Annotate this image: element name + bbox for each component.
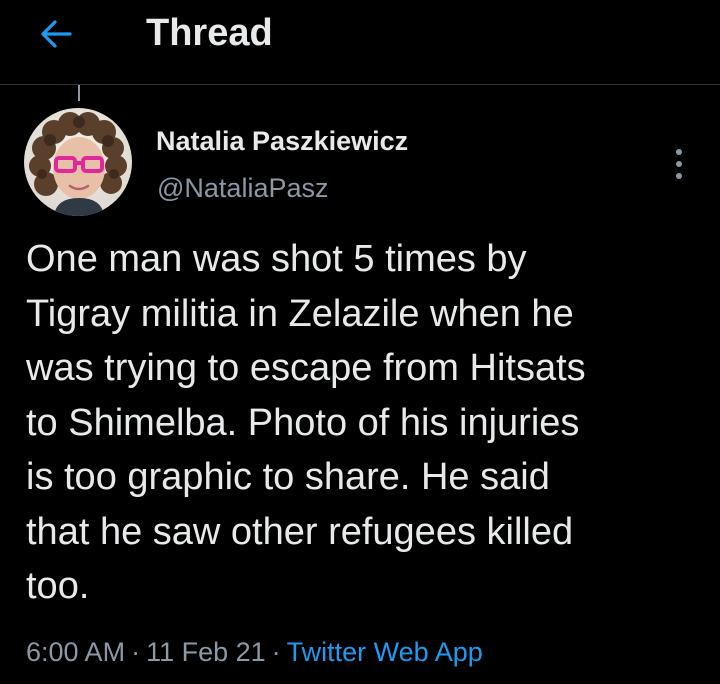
tweet-text-line: Tigray militia in Zelazile when he <box>26 292 574 335</box>
author-handle[interactable]: @NataliaPasz <box>157 172 328 204</box>
meta-separator: · <box>131 637 141 667</box>
tweet-text-line: is too graphic to share. He said <box>26 456 550 498</box>
thread-connector-line <box>78 85 80 101</box>
thread-header: Thread <box>0 0 720 85</box>
tweet-source-link[interactable]: Twitter Web App <box>287 637 483 667</box>
meta-separator: · <box>271 637 281 667</box>
back-button[interactable] <box>36 14 76 54</box>
author-name[interactable]: Natalia Paszkiewicz <box>156 125 408 157</box>
user-avatar-icon <box>24 108 132 216</box>
tweet-text: One man was shot 5 times by Tigray milit… <box>26 232 706 614</box>
tweet-text-line: was trying to escape from Hitsats <box>26 347 586 389</box>
more-vertical-icon-dot <box>676 173 682 179</box>
tweet-text-line: too. <box>26 565 90 607</box>
tweet-meta: 6:00 AM · 11 Feb 21 · Twitter Web App <box>26 634 483 670</box>
tweet-time[interactable]: 6:00 AM <box>26 637 125 667</box>
tweet-text-line: to Shimelba. Photo of his injuries <box>26 401 580 444</box>
avatar[interactable] <box>24 108 132 216</box>
tweet-date[interactable]: 11 Feb 21 <box>146 637 266 667</box>
more-vertical-icon-dot <box>676 161 682 167</box>
tweet-text-line: that he saw other refugees killed <box>26 510 574 553</box>
more-vertical-icon-dot <box>676 149 682 155</box>
page-title: Thread <box>146 12 273 54</box>
arrow-left-icon <box>41 20 72 48</box>
tweet-text-line: One man was shot 5 times by <box>26 238 527 280</box>
more-options-button[interactable] <box>664 146 694 182</box>
